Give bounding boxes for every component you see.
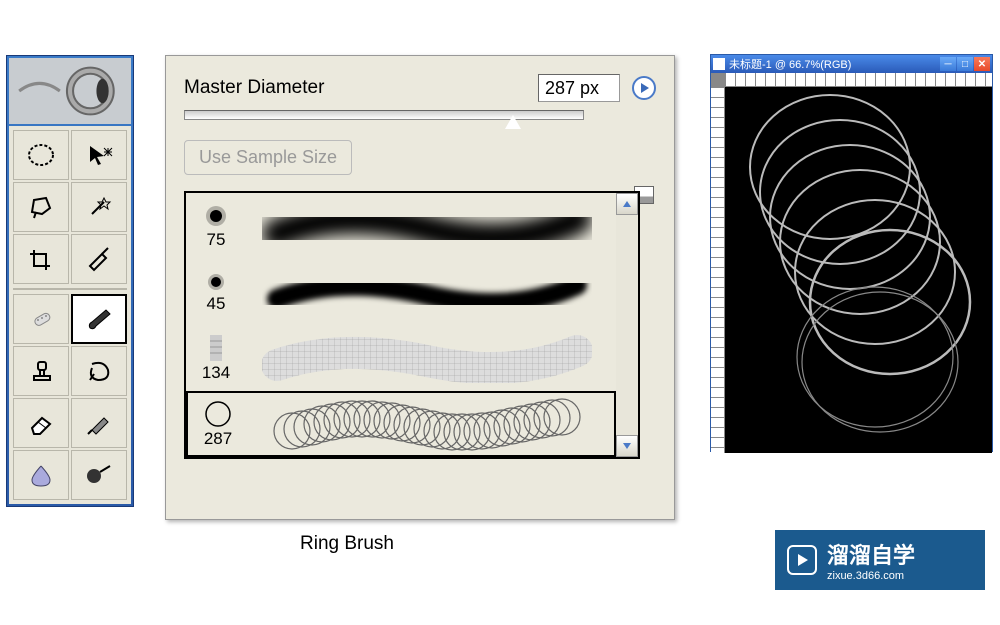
ring-brush-label: Ring Brush	[300, 533, 394, 555]
history-brush-tool[interactable]	[71, 346, 127, 396]
marquee-tool[interactable]	[13, 130, 69, 180]
gradient-tool[interactable]	[71, 398, 127, 448]
diameter-slider[interactable]	[184, 110, 584, 120]
stamp-tool[interactable]	[13, 346, 69, 396]
document-window: 未标题-1 @ 66.7%(RGB) ─ □ ✕	[710, 54, 993, 452]
brush-preset-item[interactable]: 75	[186, 193, 616, 259]
crop-tool[interactable]	[13, 234, 69, 284]
tool-grid	[9, 126, 131, 504]
watermark-title: 溜溜自学	[827, 538, 915, 570]
maximize-button[interactable]: □	[957, 57, 973, 71]
watermark-icon	[787, 545, 817, 575]
brush-panel-header: Master Diameter	[184, 74, 656, 102]
close-button[interactable]: ✕	[974, 57, 990, 71]
document-content	[711, 73, 992, 453]
brush-tool[interactable]	[71, 294, 127, 344]
eraser-tool[interactable]	[13, 398, 69, 448]
scroll-up-button[interactable]	[616, 193, 638, 215]
brush-list-scrollbar[interactable]	[616, 193, 638, 457]
document-titlebar[interactable]: 未标题-1 @ 66.7%(RGB) ─ □ ✕	[711, 55, 992, 73]
scroll-track[interactable]	[616, 215, 638, 435]
brush-size-label: 75	[207, 230, 226, 250]
document-icon	[713, 58, 725, 70]
tool-palette-header	[9, 58, 131, 124]
canvas[interactable]	[725, 87, 992, 453]
wand-tool[interactable]	[71, 182, 127, 232]
watermark-url: zixue.3d66.com	[827, 570, 915, 582]
minimize-button[interactable]: ─	[940, 57, 956, 71]
scroll-down-button[interactable]	[616, 435, 638, 457]
blur-tool[interactable]	[13, 450, 69, 500]
dodge-tool[interactable]	[71, 450, 127, 500]
healing-tool[interactable]	[13, 294, 69, 344]
slice-tool[interactable]	[71, 234, 127, 284]
slider-thumb[interactable]	[505, 115, 521, 129]
lasso-tool[interactable]	[13, 182, 69, 232]
brush-panel: Master Diameter Use Sample Size 75	[165, 55, 675, 520]
watermark: 溜溜自学 zixue.3d66.com	[775, 530, 985, 590]
use-sample-size-button[interactable]: Use Sample Size	[184, 140, 352, 175]
brush-preset-item[interactable]: 287	[186, 391, 616, 457]
flyout-menu-button[interactable]	[632, 76, 656, 100]
brush-preset-item[interactable]: 45	[186, 259, 616, 325]
brush-size-label: 45	[207, 294, 226, 314]
horizontal-ruler	[725, 73, 992, 87]
document-title: 未标题-1 @ 66.7%(RGB)	[729, 56, 940, 72]
brush-preset-list: 75 45	[184, 191, 640, 459]
brush-preset-item[interactable]: 134	[186, 325, 616, 391]
tool-palette	[6, 55, 134, 507]
move-tool[interactable]	[71, 130, 127, 180]
brush-size-label: 287	[204, 429, 232, 449]
vertical-ruler	[711, 87, 725, 453]
brush-size-label: 134	[202, 363, 230, 383]
diameter-input[interactable]	[538, 74, 620, 102]
master-diameter-label: Master Diameter	[184, 77, 526, 99]
